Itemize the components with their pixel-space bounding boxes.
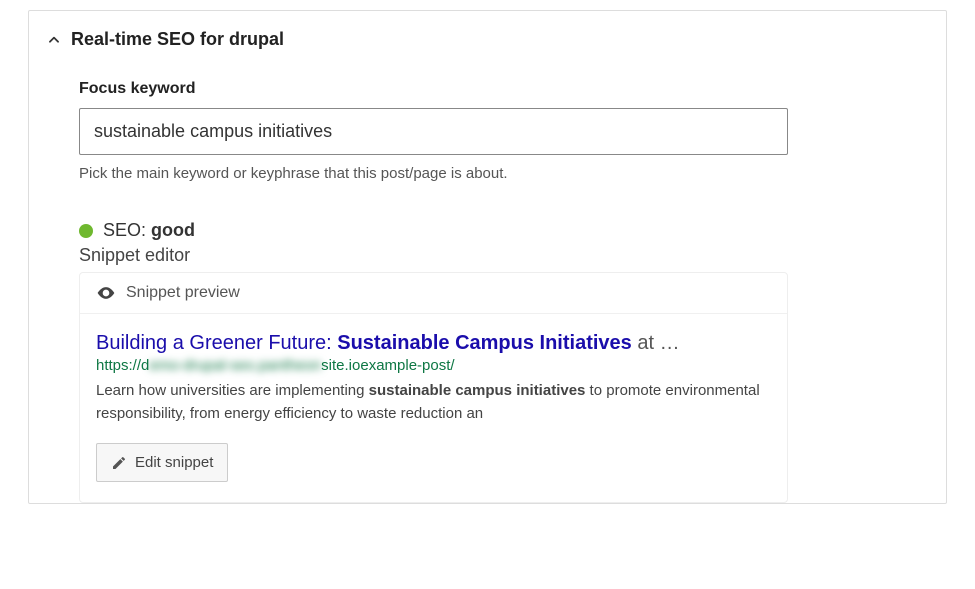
- panel-header[interactable]: Real-time SEO for drupal: [47, 29, 928, 50]
- snippet-description[interactable]: Learn how universities are implementing …: [96, 380, 771, 425]
- snippet-desc-prefix: Learn how universities are implementing: [96, 382, 369, 399]
- focus-keyword-help: Pick the main keyword or keyphrase that …: [79, 165, 788, 182]
- snippet-title-suffix: at …: [632, 332, 680, 354]
- edit-snippet-button[interactable]: Edit snippet: [96, 443, 228, 482]
- snippet-box: Snippet preview Building a Greener Futur…: [79, 272, 788, 503]
- focus-keyword-label: Focus keyword: [79, 80, 788, 98]
- seo-status-text: SEO: good: [103, 220, 195, 241]
- snippet-preview-label: Snippet preview: [126, 284, 240, 302]
- snippet-title-prefix: Building a Greener Future:: [96, 332, 337, 354]
- snippet-title[interactable]: Building a Greener Future: Sustainable C…: [96, 332, 771, 355]
- seo-score: good: [151, 220, 195, 240]
- collapse-caret-icon: [47, 33, 61, 47]
- edit-snippet-label: Edit snippet: [135, 454, 213, 471]
- seo-indicator-icon: [79, 224, 93, 238]
- seo-status-row: SEO: good: [79, 220, 788, 241]
- snippet-editor-label: Snippet editor: [79, 245, 788, 266]
- focus-keyword-input[interactable]: [79, 108, 788, 155]
- snippet-url-suffix: site.ioexample-post/: [321, 357, 454, 374]
- snippet-title-keyword: Sustainable Campus Initiatives: [337, 332, 632, 354]
- snippet-preview-header: Snippet preview: [80, 273, 787, 314]
- snippet-body: Building a Greener Future: Sustainable C…: [80, 314, 787, 502]
- snippet-desc-keyword: sustainable campus initiatives: [369, 382, 586, 399]
- snippet-url-redacted: emo-drupal-seo.pantheon: [149, 357, 321, 374]
- panel-body: Focus keyword Pick the main keyword or k…: [79, 80, 788, 503]
- panel-title: Real-time SEO for drupal: [71, 29, 284, 50]
- seo-label-prefix: SEO:: [103, 220, 151, 240]
- snippet-url-prefix: https://d: [96, 357, 149, 374]
- snippet-url[interactable]: https://demo-drupal-seo.pantheonsite.ioe…: [96, 357, 771, 374]
- seo-panel: Real-time SEO for drupal Focus keyword P…: [28, 10, 947, 504]
- pencil-icon: [111, 455, 127, 471]
- eye-icon: [96, 283, 116, 303]
